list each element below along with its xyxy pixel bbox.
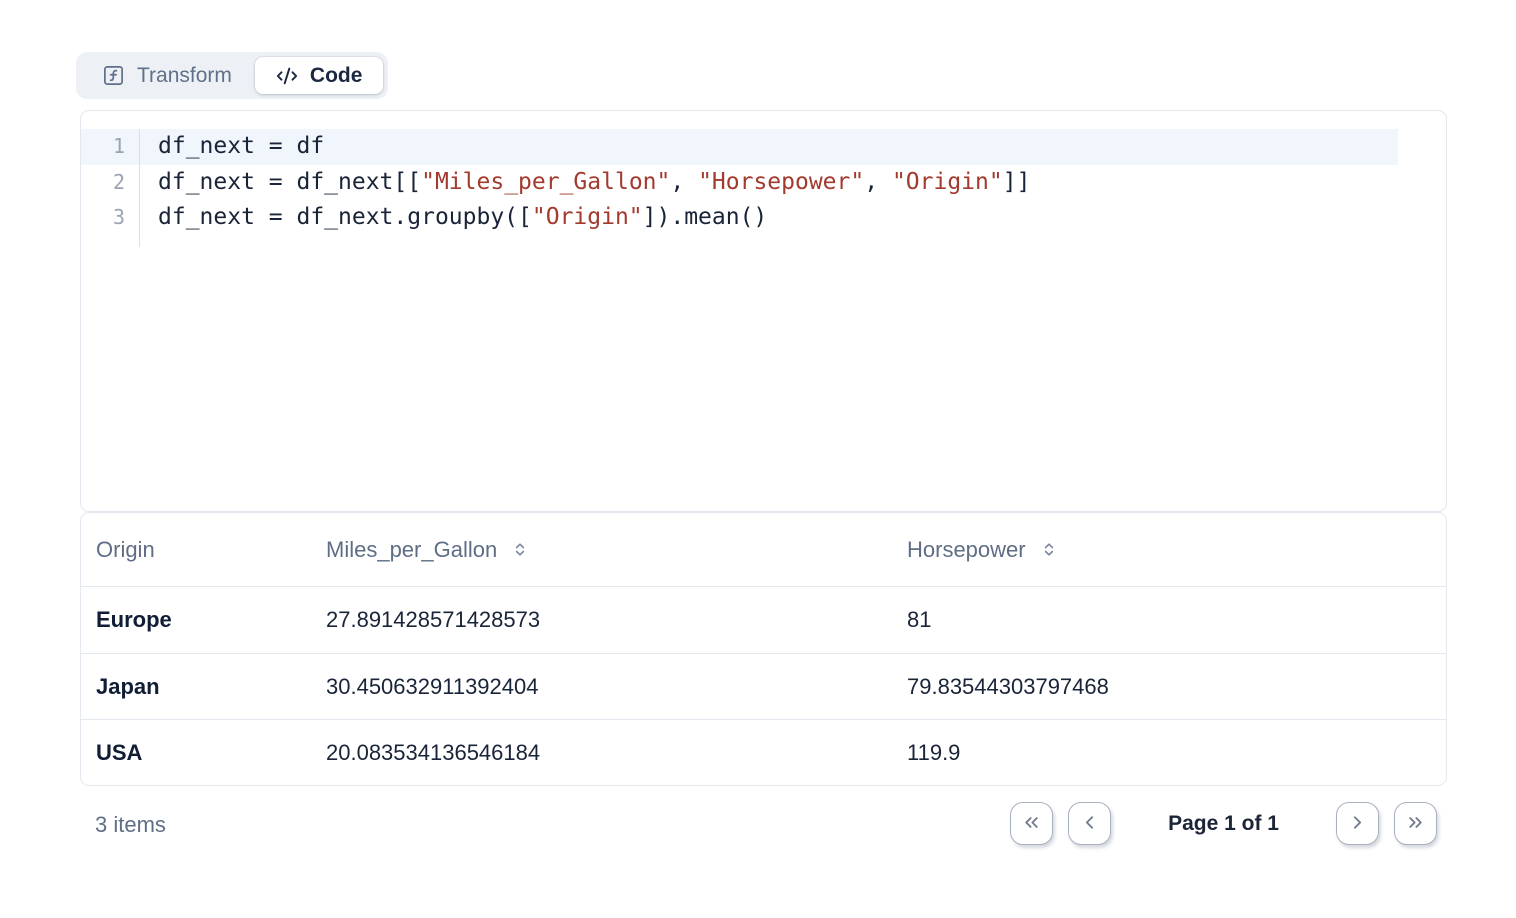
cell-origin: Japan — [81, 674, 311, 700]
previous-page-button[interactable] — [1068, 802, 1111, 845]
table-header-row: Origin Miles_per_Gallon Horsepower — [81, 513, 1446, 587]
view-switcher: Transform Code — [76, 52, 388, 99]
code-token: ]] — [1003, 169, 1031, 195]
cell-miles-per-gallon: 30.450632911392404 — [311, 674, 892, 700]
cell-miles-per-gallon: 20.083534136546184 — [311, 740, 892, 766]
last-page-button[interactable] — [1394, 802, 1437, 845]
string-token: "Horsepower" — [698, 169, 864, 195]
cell-miles-per-gallon: 27.891428571428573 — [311, 607, 892, 633]
code-token: df_next = df_next.groupby([ — [158, 204, 532, 230]
string-token: "Origin" — [532, 204, 643, 230]
line-number: 1 — [81, 129, 140, 165]
gutter-tail — [81, 236, 140, 247]
code-lines: 1df_next = df2df_next = df_next[["Miles_… — [81, 129, 1446, 236]
cell-origin: USA — [81, 740, 311, 766]
code-token: , — [670, 169, 698, 195]
cell-horsepower: 119.9 — [892, 740, 1446, 766]
cell-horsepower: 81 — [892, 607, 1446, 633]
code-text[interactable]: df_next = df — [140, 129, 324, 165]
next-page-button[interactable] — [1336, 802, 1379, 845]
code-token: df_next = df — [158, 133, 324, 159]
page-indicator: Page 1 of 1 — [1168, 812, 1279, 836]
chevrons-left-icon — [1021, 812, 1042, 836]
string-token: "Miles_per_Gallon" — [421, 169, 670, 195]
code-token: df_next = df_next[[ — [158, 169, 421, 195]
code-editor[interactable]: 1df_next = df2df_next = df_next[["Miles_… — [80, 110, 1447, 512]
sort-icon[interactable] — [1041, 539, 1057, 560]
tab-code-label: Code — [310, 64, 363, 88]
first-page-button[interactable] — [1010, 802, 1053, 845]
code-line[interactable]: 3df_next = df_next.groupby(["Origin"]).m… — [81, 200, 1446, 236]
function-square-icon — [102, 64, 125, 87]
cell-origin: Europe — [81, 607, 311, 633]
result-table: Origin Miles_per_Gallon Horsepower Europ… — [80, 512, 1447, 786]
tab-code[interactable]: Code — [255, 57, 384, 94]
chevrons-right-icon — [1405, 812, 1426, 836]
code-line[interactable]: 2df_next = df_next[["Miles_per_Gallon", … — [81, 165, 1446, 201]
column-header-miles-per-gallon-label: Miles_per_Gallon — [326, 537, 497, 563]
code-token: , — [864, 169, 892, 195]
chevron-left-icon — [1079, 812, 1100, 836]
table-row[interactable]: Europe27.89142857142857381 — [81, 587, 1446, 653]
column-header-horsepower-label: Horsepower — [907, 537, 1026, 563]
table-body: Europe27.89142857142857381Japan30.450632… — [81, 587, 1446, 785]
table-footer: 3 items Page 1 of 1 — [80, 800, 1447, 850]
pagination: Page 1 of 1 — [1010, 802, 1437, 845]
column-header-horsepower: Horsepower — [892, 537, 1446, 563]
cell-horsepower: 79.83544303797468 — [892, 674, 1446, 700]
sort-icon[interactable] — [512, 539, 528, 560]
code-icon — [276, 65, 298, 87]
table-row[interactable]: Japan30.45063291139240479.83544303797468 — [81, 653, 1446, 719]
table-row[interactable]: USA20.083534136546184119.9 — [81, 719, 1446, 785]
tab-transform[interactable]: Transform — [81, 57, 253, 94]
code-text[interactable]: df_next = df_next[["Miles_per_Gallon", "… — [140, 165, 1030, 201]
column-header-origin-label: Origin — [96, 537, 155, 563]
column-header-miles-per-gallon: Miles_per_Gallon — [311, 537, 892, 563]
code-token: ]).mean() — [643, 204, 768, 230]
string-token: "Origin" — [892, 169, 1003, 195]
line-number: 2 — [81, 165, 140, 201]
line-number: 3 — [81, 200, 140, 236]
code-line[interactable]: 1 df_next = df — [81, 129, 1398, 165]
tab-transform-label: Transform — [137, 64, 232, 88]
code-text[interactable]: df_next = df_next.groupby(["Origin"]).me… — [140, 200, 767, 236]
chevron-right-icon — [1347, 812, 1368, 836]
items-count: 3 items — [80, 812, 166, 838]
column-header-origin: Origin — [81, 537, 311, 563]
